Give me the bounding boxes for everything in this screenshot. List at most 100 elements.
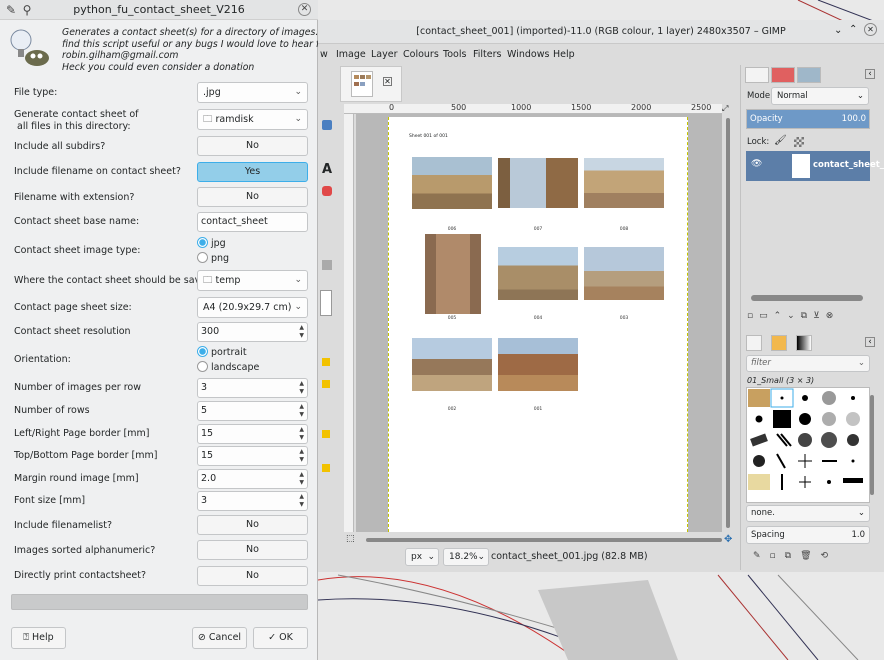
dialog-title: python_fu_contact_sheet_V216: [73, 3, 245, 16]
font-size-label: Font size [mm]: [14, 495, 86, 506]
spin-arrows-icon[interactable]: ▲ ▼: [299, 493, 304, 509]
menu-item-layer[interactable]: Layer: [371, 49, 398, 60]
tb-border-spin[interactable]: 15 ▲ ▼: [197, 446, 308, 466]
image-type-png-radio[interactable]: png: [197, 252, 229, 265]
rows-spin[interactable]: 5 ▲ ▼: [197, 401, 308, 421]
layers-tab-icon[interactable]: [745, 67, 769, 83]
brush-scrollbar[interactable]: [870, 395, 874, 495]
patterns-tab-icon[interactable]: [771, 335, 787, 351]
filename-extension-toggle[interactable]: No: [197, 187, 308, 207]
paths-tab-icon[interactable]: [797, 67, 821, 83]
layer-row[interactable]: 👁 contact_sheet_: [746, 151, 884, 181]
tool-icon[interactable]: [322, 260, 332, 270]
tool-icon[interactable]: [322, 358, 330, 366]
orientation-landscape-radio[interactable]: landscape: [197, 361, 259, 374]
menu-item-view[interactable]: w: [320, 49, 328, 60]
menu-item-tools[interactable]: Tools: [443, 49, 466, 60]
spin-arrows-icon[interactable]: ▲ ▼: [299, 448, 304, 464]
gimp-titlebar[interactable]: [contact_sheet_001] (imported)-11.0 (RGB…: [318, 20, 884, 44]
dock-menu-icon[interactable]: ‹: [865, 337, 875, 347]
scrollbar-thumb[interactable]: [366, 538, 722, 542]
orientation-portrait-radio[interactable]: portrait: [197, 346, 247, 359]
layer-actions-icons[interactable]: ▫▭⌃⌄⧉⊻⊗: [747, 311, 879, 325]
spin-arrows-icon[interactable]: ▲ ▼: [299, 426, 304, 442]
thumbnail-image: [425, 234, 481, 314]
menu-item-image[interactable]: Image: [336, 49, 366, 60]
opacity-slider[interactable]: Opacity 100.0: [746, 109, 870, 129]
brush-name: 01_Small (3 × 3): [747, 376, 815, 385]
spin-arrows-icon[interactable]: ▲ ▼: [299, 403, 304, 419]
unit-combo[interactable]: px ⌄: [405, 548, 439, 566]
chevron-up-icon[interactable]: ⌃: [849, 24, 857, 35]
help-button[interactable]: ⍰ Help: [11, 627, 66, 649]
cancel-button[interactable]: ⊘ Cancel: [192, 627, 247, 649]
thumbnail-image: [412, 157, 492, 209]
layers-scrollbar[interactable]: [751, 295, 863, 301]
brush-grid[interactable]: [746, 387, 870, 503]
folder-icon: 🗀: [203, 114, 216, 125]
channels-tab-icon[interactable]: [771, 67, 795, 83]
spacing-slider[interactable]: Spacing 1.0: [746, 526, 870, 544]
page-size-combo[interactable]: A4 (20.9x29.7 cm) ⌄: [197, 297, 308, 318]
print-toggle[interactable]: No: [197, 566, 308, 586]
chevron-down-icon[interactable]: ⌄: [834, 25, 842, 36]
menu-item-windows[interactable]: Windows: [507, 49, 549, 60]
menu-item-colours[interactable]: Colours: [403, 49, 439, 60]
image-tab[interactable]: ✕: [340, 66, 402, 102]
sorted-label: Images sorted alphanumeric?: [14, 545, 156, 556]
include-subdirs-toggle[interactable]: No: [197, 136, 308, 156]
base-name-input[interactable]: contact_sheet: [197, 212, 308, 232]
mode-combo[interactable]: Normal ⌄: [771, 87, 869, 105]
paintbrush-lock-icon[interactable]: 🖌: [774, 135, 787, 146]
menu-item-filters[interactable]: Filters: [473, 49, 501, 60]
brush-actions-icons[interactable]: ✎▫⧉🗑⟲: [753, 551, 877, 565]
lr-border-spin[interactable]: 15 ▲ ▼: [197, 424, 308, 444]
margin-spin[interactable]: 2.0 ▲ ▼: [197, 469, 308, 489]
filenamelist-toggle[interactable]: No: [197, 515, 308, 535]
tool-icon[interactable]: [322, 464, 330, 472]
navigate-icon[interactable]: ✥: [724, 534, 732, 545]
ok-button[interactable]: ✓ OK: [253, 627, 308, 649]
chevron-down-icon: ⌄: [427, 552, 435, 562]
vertical-scrollbar[interactable]: [724, 118, 732, 528]
dialog-titlebar[interactable]: ✎ ⚲ python_fu_contact_sheet_V216 ✕: [0, 0, 318, 20]
radio-selected-icon: [197, 346, 208, 357]
text-tool-icon[interactable]: A: [322, 162, 332, 177]
close-icon[interactable]: ✕: [864, 23, 877, 36]
spin-arrows-icon[interactable]: ▲ ▼: [299, 324, 304, 340]
alpha-lock-icon[interactable]: [794, 137, 804, 147]
thumbnail-image: [584, 247, 664, 300]
image-type-jpg-radio[interactable]: jpg: [197, 237, 226, 250]
resolution-spin[interactable]: 300 ▲ ▼: [197, 322, 308, 342]
eraser-icon[interactable]: [322, 186, 332, 196]
navigate-corner-icon[interactable]: ⤢: [722, 104, 734, 114]
images-per-row-spin[interactable]: 3 ▲ ▼: [197, 378, 308, 398]
quick-mask-icon[interactable]: ⬚: [346, 534, 355, 544]
brushes-tab-icon[interactable]: [746, 335, 762, 351]
ruler-mark: 2500: [691, 103, 712, 112]
zoom-combo[interactable]: 18.2% ⌄: [443, 548, 489, 566]
horizontal-scrollbar[interactable]: [356, 536, 722, 544]
tool-options-slider[interactable]: [320, 290, 332, 316]
tool-icon[interactable]: [322, 430, 330, 438]
directory-chooser[interactable]: 🗀 ramdisk ⌄: [197, 109, 308, 130]
menu-item-help[interactable]: Help: [553, 49, 575, 60]
dock-menu-icon[interactable]: ‹: [865, 69, 875, 79]
spin-arrows-icon[interactable]: ▲ ▼: [299, 380, 304, 396]
include-filename-toggle[interactable]: Yes: [197, 162, 308, 182]
tool-icon[interactable]: [322, 380, 330, 388]
brush-filter-input[interactable]: filter ⌄: [746, 355, 870, 372]
scrollbar-thumb[interactable]: [726, 118, 730, 528]
thumbnail-image: [584, 158, 664, 208]
file-type-combo[interactable]: .jpg ⌄: [197, 82, 308, 103]
eye-icon[interactable]: 👁: [751, 159, 762, 169]
gradients-tab-icon[interactable]: [796, 335, 812, 351]
sorted-toggle[interactable]: No: [197, 540, 308, 560]
close-icon[interactable]: ✕: [298, 3, 311, 16]
close-tab-icon[interactable]: ✕: [383, 77, 392, 86]
spin-arrows-icon[interactable]: ▲ ▼: [299, 471, 304, 487]
brush-preset-combo[interactable]: none. ⌄: [746, 505, 870, 522]
magnify-icon[interactable]: [322, 120, 332, 130]
font-size-spin[interactable]: 3 ▲ ▼: [197, 491, 308, 511]
save-location-chooser[interactable]: 🗀 temp ⌄: [197, 270, 308, 291]
